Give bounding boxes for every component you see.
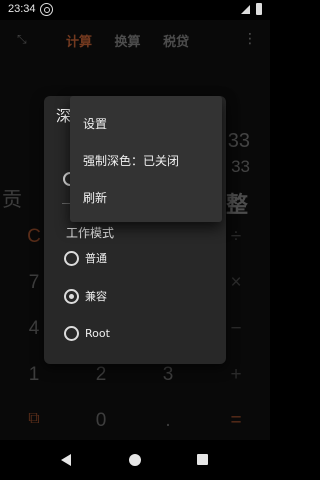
radio-root[interactable] — [64, 326, 79, 341]
menu-item-force-dark[interactable]: 强制深色：已关闭 — [83, 152, 179, 169]
option-normal-label: 普通 — [85, 252, 107, 265]
radio-compat[interactable] — [64, 288, 79, 304]
option-compat[interactable]: 兼容 — [64, 288, 107, 304]
option-root[interactable]: Root — [64, 326, 110, 341]
dialog-title: 深 — [56, 107, 72, 125]
option-compat-label: 兼容 — [85, 290, 107, 303]
sync-icon — [40, 3, 53, 16]
status-time: 23:34 — [8, 3, 36, 15]
menu-item-settings[interactable]: 设置 — [83, 115, 107, 132]
option-normal[interactable]: 普通 — [64, 250, 107, 266]
home-icon[interactable] — [129, 454, 141, 466]
popup-menu: 设置 强制深色：已关闭 刷新 — [70, 96, 222, 222]
option-root-label: Root — [85, 327, 110, 340]
section-title: 工作模式 — [66, 226, 115, 240]
signal-icon — [241, 5, 250, 14]
recents-icon[interactable] — [197, 454, 208, 465]
radio-normal[interactable] — [64, 250, 79, 266]
status-bar: 23:34 — [0, 0, 270, 20]
menu-item-refresh[interactable]: 刷新 — [83, 189, 107, 206]
navigation-bar — [0, 440, 270, 480]
battery-icon — [256, 3, 262, 15]
back-icon[interactable] — [61, 454, 71, 466]
divider — [62, 203, 70, 204]
